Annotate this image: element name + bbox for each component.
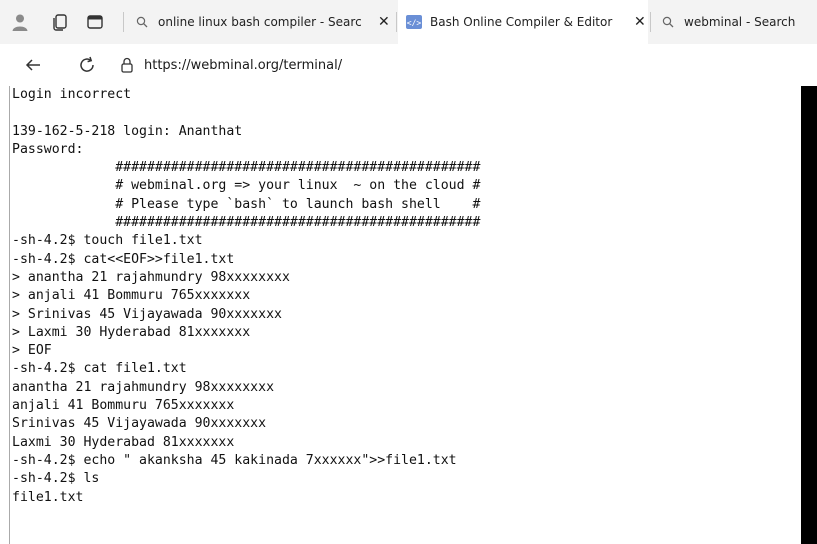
lock-icon[interactable] [120, 57, 134, 73]
terminal-scroll-edge [801, 86, 817, 544]
terminal-line: > anantha 21 rajahmundry 98xxxxxxxx [12, 269, 290, 285]
terminal-line: anantha 21 rajahmundry 98xxxxxxxx [12, 379, 275, 395]
tab-bing-search-compiler[interactable]: online linux bash compiler - Searc ✕ [124, 0, 394, 44]
page-content: Login incorrect 139-162-5-218 login: Anan… [0, 86, 817, 544]
svg-text:</>: </> [407, 19, 422, 28]
tab-actions-icon[interactable] [85, 12, 105, 32]
terminal-line: -sh-4.2$ echo " akanksha 45 kakinada 7xx… [12, 452, 457, 468]
terminal-line: > Srinivas 45 Vijayawada 90xxxxxxx [12, 306, 282, 322]
back-button[interactable] [22, 54, 44, 76]
tab-separator [396, 12, 397, 32]
tab-bing-search-webminal[interactable]: webminal - Search [652, 0, 817, 44]
terminal-line: 139-162-5-218 login: Ananthat [12, 123, 243, 139]
collections-icon[interactable] [50, 12, 70, 32]
terminal-line: > EOF [12, 343, 52, 359]
terminal-line: -sh-4.2$ touch file1.txt [12, 233, 203, 249]
search-icon [134, 14, 150, 30]
terminal-line: -sh-4.2$ cat<<EOF>>file1.txt [12, 251, 235, 267]
address-bar-row: https://webminal.org/terminal/ [0, 44, 817, 86]
terminal-line: Laxmi 30 Hyderabad 81xxxxxxx [12, 434, 235, 450]
close-tab-icon[interactable]: ✕ [634, 14, 646, 30]
terminal-line: > anjali 41 Bommuru 765xxxxxxx [12, 288, 251, 304]
terminal-line: ########################################… [12, 160, 481, 176]
terminal-line: anjali 41 Bommuru 765xxxxxxx [12, 398, 235, 414]
code-icon: </> [406, 14, 422, 30]
tab-title: Bash Online Compiler & Editor [430, 15, 613, 29]
tab-title: online linux bash compiler - Searc [158, 15, 362, 29]
url-field[interactable]: https://webminal.org/terminal/ [120, 52, 810, 78]
terminal-line: Srinivas 45 Vijayawada 90xxxxxxx [12, 416, 267, 432]
tab-separator [650, 12, 651, 32]
search-icon [660, 14, 676, 30]
close-tab-icon[interactable]: ✕ [378, 14, 390, 30]
terminal-line: # webminal.org => your linux ~ on the cl… [12, 178, 481, 194]
terminal-output[interactable]: Login incorrect 139-162-5-218 login: Anan… [9, 86, 802, 544]
terminal-line: ########################################… [12, 215, 481, 231]
tab-strip: online linux bash compiler - Searc ✕ </>… [0, 0, 817, 45]
terminal-line: -sh-4.2$ cat file1.txt [12, 361, 187, 377]
terminal-line: # Please type `bash` to launch bash shel… [12, 196, 481, 212]
terminal-line: file1.txt [12, 489, 84, 505]
tab-title: webminal - Search [684, 15, 796, 29]
terminal-line: Login incorrect [12, 87, 132, 102]
url-text: https://webminal.org/terminal/ [144, 57, 343, 73]
tab-bash-online-compiler[interactable]: </> Bash Online Compiler & Editor ✕ [398, 0, 648, 44]
terminal-line: -sh-4.2$ ls [12, 471, 100, 487]
terminal-line: > Laxmi 30 Hyderabad 81xxxxxxx [12, 324, 251, 340]
refresh-button[interactable] [76, 54, 98, 76]
profile-avatar-icon[interactable] [10, 12, 30, 32]
terminal-line: Password: [12, 141, 84, 157]
